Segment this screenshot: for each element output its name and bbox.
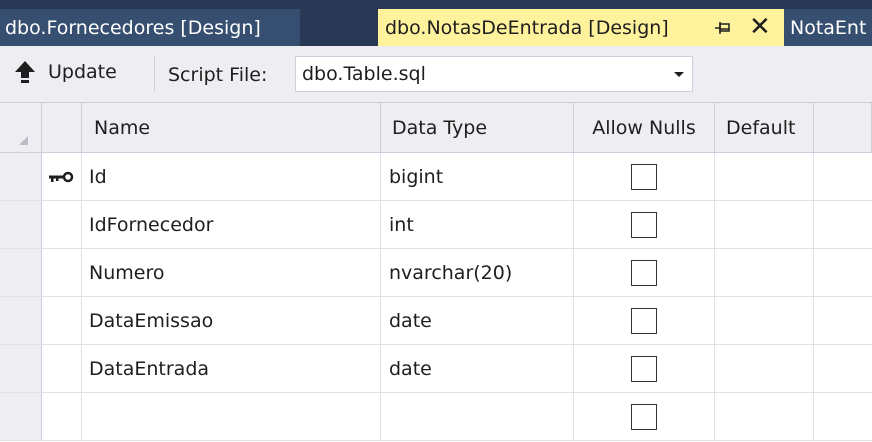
row-filler bbox=[814, 393, 872, 440]
key-icon bbox=[49, 171, 74, 182]
toolbar-separator bbox=[154, 57, 155, 91]
column-header-data-type[interactable]: Data Type bbox=[381, 103, 574, 152]
column-name-cell[interactable]: DataEmissao bbox=[82, 297, 381, 344]
data-type-cell[interactable]: bigint bbox=[381, 153, 574, 200]
row-selector[interactable] bbox=[0, 201, 42, 248]
table-row[interactable]: IdFornecedor int bbox=[0, 201, 872, 249]
tab-label: NotaEnt bbox=[790, 16, 867, 39]
row-filler bbox=[814, 249, 872, 296]
row-filler bbox=[814, 345, 872, 392]
primary-key-cell bbox=[42, 201, 82, 248]
column-header-allow-nulls[interactable]: Allow Nulls bbox=[574, 103, 715, 152]
allow-nulls-checkbox[interactable] bbox=[631, 163, 657, 190]
primary-key-cell bbox=[42, 297, 82, 344]
column-name-cell[interactable]: IdFornecedor bbox=[82, 201, 381, 248]
allow-nulls-cell bbox=[574, 249, 715, 296]
table-row[interactable]: Id bigint bbox=[0, 153, 872, 201]
select-all-corner[interactable] bbox=[0, 103, 42, 152]
row-selector[interactable] bbox=[0, 393, 42, 440]
column-header-name[interactable]: Name bbox=[82, 103, 381, 152]
default-cell[interactable] bbox=[715, 297, 814, 344]
data-type-cell[interactable] bbox=[381, 393, 574, 440]
table-row[interactable]: DataEmissao date bbox=[0, 297, 872, 345]
update-button[interactable]: Update bbox=[12, 56, 117, 88]
chevron-down-icon[interactable] bbox=[674, 72, 684, 77]
default-cell[interactable] bbox=[715, 345, 814, 392]
allow-nulls-checkbox[interactable] bbox=[631, 355, 657, 382]
pin-icon[interactable] bbox=[714, 19, 732, 37]
column-name-cell[interactable]: DataEntrada bbox=[82, 345, 381, 392]
script-file-value: dbo.Table.sql bbox=[302, 63, 426, 85]
primary-key-cell bbox=[42, 345, 82, 392]
up-arrow-icon bbox=[15, 61, 35, 83]
primary-key-cell bbox=[42, 153, 82, 200]
data-type-cell[interactable]: date bbox=[381, 345, 574, 392]
table-row[interactable]: DataEntrada date bbox=[0, 345, 872, 393]
table-row-new[interactable] bbox=[0, 393, 872, 441]
tab-fornecedores-design[interactable]: dbo.Fornecedores [Design] bbox=[0, 9, 300, 46]
table-row[interactable]: Numero nvarchar(20) bbox=[0, 249, 872, 297]
data-type-cell[interactable]: nvarchar(20) bbox=[381, 249, 574, 296]
tab-label: dbo.NotasDeEntrada [Design] bbox=[385, 16, 669, 39]
row-selector[interactable] bbox=[0, 345, 42, 392]
default-cell[interactable] bbox=[715, 153, 814, 200]
tab-notaentrada[interactable]: NotaEnt bbox=[784, 9, 872, 46]
grid-header-row: Name Data Type Allow Nulls Default bbox=[0, 103, 872, 153]
default-cell[interactable] bbox=[715, 393, 814, 440]
row-selector[interactable] bbox=[0, 297, 42, 344]
allow-nulls-cell bbox=[574, 153, 715, 200]
primary-key-cell bbox=[42, 393, 82, 440]
document-tab-strip: dbo.Fornecedores [Design] dbo.NotasDeEnt… bbox=[0, 0, 872, 46]
script-file-dropdown[interactable]: dbo.Table.sql bbox=[295, 56, 693, 92]
script-file-label: Script File: bbox=[168, 64, 268, 86]
default-cell[interactable] bbox=[715, 201, 814, 248]
allow-nulls-cell bbox=[574, 201, 715, 248]
columns-grid: Name Data Type Allow Nulls Default Id bi… bbox=[0, 102, 872, 442]
row-filler bbox=[814, 201, 872, 248]
default-cell[interactable] bbox=[715, 249, 814, 296]
designer-toolbar: Update Script File: dbo.Table.sql bbox=[0, 46, 872, 102]
row-selector[interactable] bbox=[0, 153, 42, 200]
update-label: Update bbox=[48, 61, 117, 83]
key-column-header bbox=[42, 103, 82, 152]
header-filler bbox=[814, 103, 872, 152]
allow-nulls-cell bbox=[574, 345, 715, 392]
allow-nulls-checkbox[interactable] bbox=[631, 403, 657, 430]
column-header-default[interactable]: Default bbox=[715, 103, 814, 152]
allow-nulls-cell bbox=[574, 393, 715, 440]
close-icon[interactable]: ✕ bbox=[749, 14, 771, 40]
corner-triangle-icon bbox=[19, 136, 28, 145]
allow-nulls-cell bbox=[574, 297, 715, 344]
data-type-cell[interactable]: date bbox=[381, 297, 574, 344]
primary-key-cell bbox=[42, 249, 82, 296]
allow-nulls-checkbox[interactable] bbox=[631, 211, 657, 238]
allow-nulls-checkbox[interactable] bbox=[631, 259, 657, 286]
row-filler bbox=[814, 297, 872, 344]
column-name-cell[interactable]: Id bbox=[82, 153, 381, 200]
data-type-cell[interactable]: int bbox=[381, 201, 574, 248]
row-selector[interactable] bbox=[0, 249, 42, 296]
tab-notasdeentrada-design[interactable]: dbo.NotasDeEntrada [Design] ✕ bbox=[378, 9, 784, 46]
row-filler bbox=[814, 153, 872, 200]
column-name-cell[interactable] bbox=[82, 393, 381, 440]
tab-label: dbo.Fornecedores [Design] bbox=[5, 16, 261, 39]
allow-nulls-checkbox[interactable] bbox=[631, 307, 657, 334]
column-name-cell[interactable]: Numero bbox=[82, 249, 381, 296]
